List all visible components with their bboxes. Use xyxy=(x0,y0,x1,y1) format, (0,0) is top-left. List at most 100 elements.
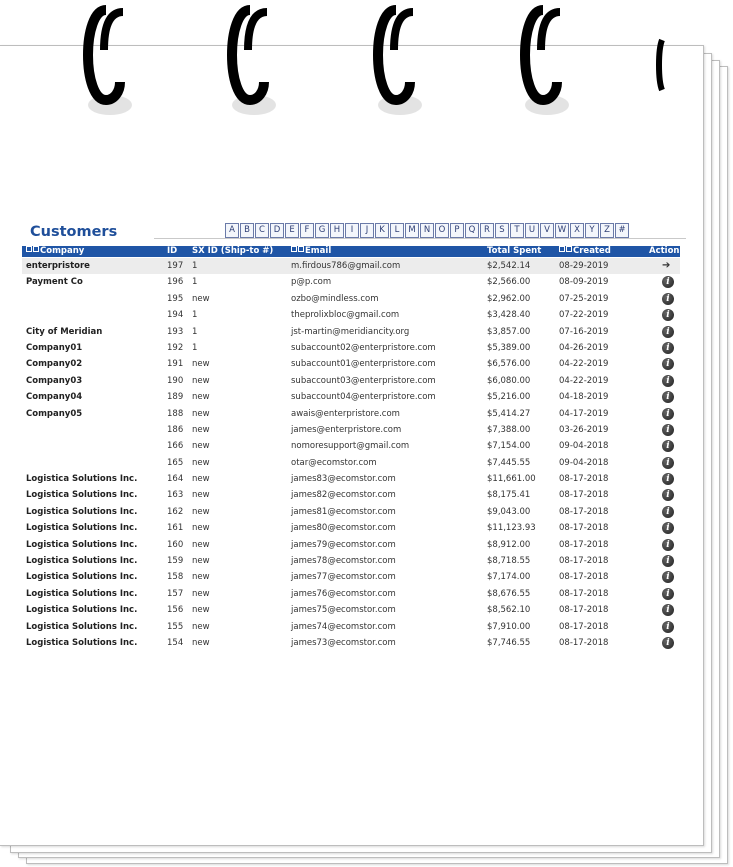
arrow-right-icon[interactable]: ➔ xyxy=(662,260,670,272)
table-row[interactable]: 166 new nomoresupport@gmail.com $7,154.00 09… xyxy=(22,438,680,454)
alphabet-filter-button[interactable]: D xyxy=(270,223,284,238)
column-sx-id[interactable]: SX ID (Ship-to #) xyxy=(192,246,273,257)
table-row[interactable]: Logistica Solutions Inc. 156 new james75@ec… xyxy=(22,602,680,618)
info-icon[interactable]: i xyxy=(662,358,674,371)
alphabet-filter-button[interactable]: B xyxy=(240,223,254,238)
info-icon[interactable]: i xyxy=(662,292,674,305)
table-row[interactable]: Payment Co 196 1 p@p.com $2,566.00 08-09-2019… xyxy=(22,274,680,290)
info-icon[interactable]: i xyxy=(662,440,674,453)
column-company[interactable]: Company xyxy=(26,246,84,257)
alphabet-filter-button[interactable]: H xyxy=(330,223,344,238)
table-row[interactable]: Logistica Solutions Inc. 163 new james82@ec… xyxy=(22,487,680,503)
alphabet-filter-button[interactable]: W xyxy=(555,223,569,238)
column-created[interactable]: Created xyxy=(559,246,611,257)
alphabet-filter-button[interactable]: G xyxy=(315,223,329,238)
alphabet-filter-button[interactable]: R xyxy=(480,223,494,238)
column-email[interactable]: Email xyxy=(291,246,331,257)
table-row[interactable]: Logistica Solutions Inc. 158 new james77@ec… xyxy=(22,569,680,585)
table-row[interactable]: Logistica Solutions Inc. 154 new james73@ec… xyxy=(22,635,680,651)
arrow-right-icon[interactable]: ➔ xyxy=(662,260,676,273)
info-icon[interactable]: i xyxy=(662,374,674,387)
info-icon[interactable]: i xyxy=(662,473,674,486)
info-icon[interactable]: i xyxy=(662,620,676,634)
table-row[interactable]: Logistica Solutions Inc. 161 new james80@ec… xyxy=(22,520,680,536)
alphabet-filter-button[interactable]: C xyxy=(255,223,269,238)
info-icon[interactable]: i xyxy=(662,587,674,600)
alphabet-filter-button[interactable]: Q xyxy=(465,223,479,238)
info-icon[interactable]: i xyxy=(662,555,676,568)
column-id[interactable]: ID xyxy=(167,246,177,257)
info-icon[interactable]: i xyxy=(662,325,676,339)
info-icon[interactable]: i xyxy=(662,391,674,404)
table-row[interactable]: Company03 190 new subaccount03@enterpristor… xyxy=(22,373,680,389)
table-row[interactable]: 165 new otar@ecomstor.com $7,445.55 09-04-20… xyxy=(22,455,680,471)
info-icon[interactable]: i xyxy=(662,604,674,617)
info-icon[interactable]: i xyxy=(662,489,676,502)
table-row[interactable]: Company01 192 1 subaccount02@enterpristore.… xyxy=(22,340,680,356)
alphabet-filter-button[interactable]: Y xyxy=(585,223,599,238)
sort-icon[interactable] xyxy=(291,246,297,252)
info-icon[interactable]: i xyxy=(662,292,676,306)
column-total-spent[interactable]: Total Spent xyxy=(487,246,541,257)
info-icon[interactable]: i xyxy=(662,456,676,470)
table-row[interactable]: 194 1 theprolixbloc@gmail.com $3,428.40 07-2… xyxy=(22,307,680,323)
info-icon[interactable]: i xyxy=(662,571,676,584)
info-icon[interactable]: i xyxy=(662,473,676,486)
table-row[interactable]: Logistica Solutions Inc. 160 new james79@ec… xyxy=(22,537,680,553)
table-row[interactable]: Logistica Solutions Inc. 155 new james74@ec… xyxy=(22,619,680,635)
alphabet-filter-button[interactable]: T xyxy=(510,223,524,238)
info-icon[interactable]: i xyxy=(662,309,676,322)
alphabet-filter-button[interactable]: O xyxy=(435,223,449,238)
alphabet-filter-button[interactable]: J xyxy=(360,223,374,238)
alphabet-filter-button[interactable]: N xyxy=(420,223,434,238)
info-icon[interactable]: i xyxy=(662,571,674,584)
alphabet-filter-button[interactable]: K xyxy=(375,223,389,238)
sort-icon[interactable] xyxy=(26,246,32,252)
table-row[interactable]: Logistica Solutions Inc. 157 new james76@ec… xyxy=(22,586,680,602)
alphabet-filter-button[interactable]: # xyxy=(615,223,629,238)
table-row[interactable]: 195 new ozbo@mindless.com $2,962.00 07-25-20… xyxy=(22,291,680,307)
info-icon[interactable]: i xyxy=(662,522,674,535)
alphabet-filter-button[interactable]: I xyxy=(345,223,359,238)
sort-icon[interactable] xyxy=(298,246,304,252)
table-row[interactable]: Logistica Solutions Inc. 159 new james78@ec… xyxy=(22,553,680,569)
alphabet-filter-button[interactable]: M xyxy=(405,223,419,238)
info-icon[interactable]: i xyxy=(662,538,676,552)
table-row[interactable]: enterpristore 197 1 m.firdous786@gmail.com $… xyxy=(22,258,680,275)
info-icon[interactable]: i xyxy=(662,407,676,421)
info-icon[interactable]: i xyxy=(662,374,676,388)
alphabet-filter-button[interactable]: E xyxy=(285,223,299,238)
info-icon[interactable]: i xyxy=(662,407,674,420)
alphabet-filter-button[interactable]: S xyxy=(495,223,509,238)
alphabet-filter-button[interactable]: P xyxy=(450,223,464,238)
info-icon[interactable]: i xyxy=(662,276,676,289)
info-icon[interactable]: i xyxy=(662,456,674,469)
info-icon[interactable]: i xyxy=(662,604,676,617)
info-icon[interactable]: i xyxy=(662,341,674,354)
table-row[interactable]: Company05 188 new awais@enterpristore.com $5… xyxy=(22,406,680,422)
info-icon[interactable]: i xyxy=(662,505,674,518)
info-icon[interactable]: i xyxy=(662,391,676,404)
table-row[interactable]: 186 new james@enterpristore.com $7,388.00 03… xyxy=(22,422,680,438)
info-icon[interactable]: i xyxy=(662,341,676,355)
table-row[interactable]: City of Meridian 193 1 jst-martin@meridianc… xyxy=(22,324,680,340)
info-icon[interactable]: i xyxy=(662,325,674,338)
alphabet-filter-button[interactable]: V xyxy=(540,223,554,238)
info-icon[interactable]: i xyxy=(662,522,676,535)
info-icon[interactable]: i xyxy=(662,505,676,519)
info-icon[interactable]: i xyxy=(662,276,674,289)
sort-icon[interactable] xyxy=(559,246,565,252)
table-row[interactable]: Logistica Solutions Inc. 162 new james81@ec… xyxy=(22,504,680,520)
table-row[interactable]: Logistica Solutions Inc. 164 new james83@ec… xyxy=(22,471,680,487)
info-icon[interactable]: i xyxy=(662,587,676,601)
info-icon[interactable]: i xyxy=(662,423,674,436)
alphabet-filter-button[interactable]: F xyxy=(300,223,314,238)
alphabet-filter-button[interactable]: U xyxy=(525,223,539,238)
info-icon[interactable]: i xyxy=(662,440,676,453)
alphabet-filter-button[interactable]: Z xyxy=(600,223,614,238)
info-icon[interactable]: i xyxy=(662,309,674,322)
info-icon[interactable]: i xyxy=(662,358,676,371)
alphabet-filter-button[interactable]: X xyxy=(570,223,584,238)
info-icon[interactable]: i xyxy=(662,555,674,568)
info-icon[interactable]: i xyxy=(662,538,674,551)
